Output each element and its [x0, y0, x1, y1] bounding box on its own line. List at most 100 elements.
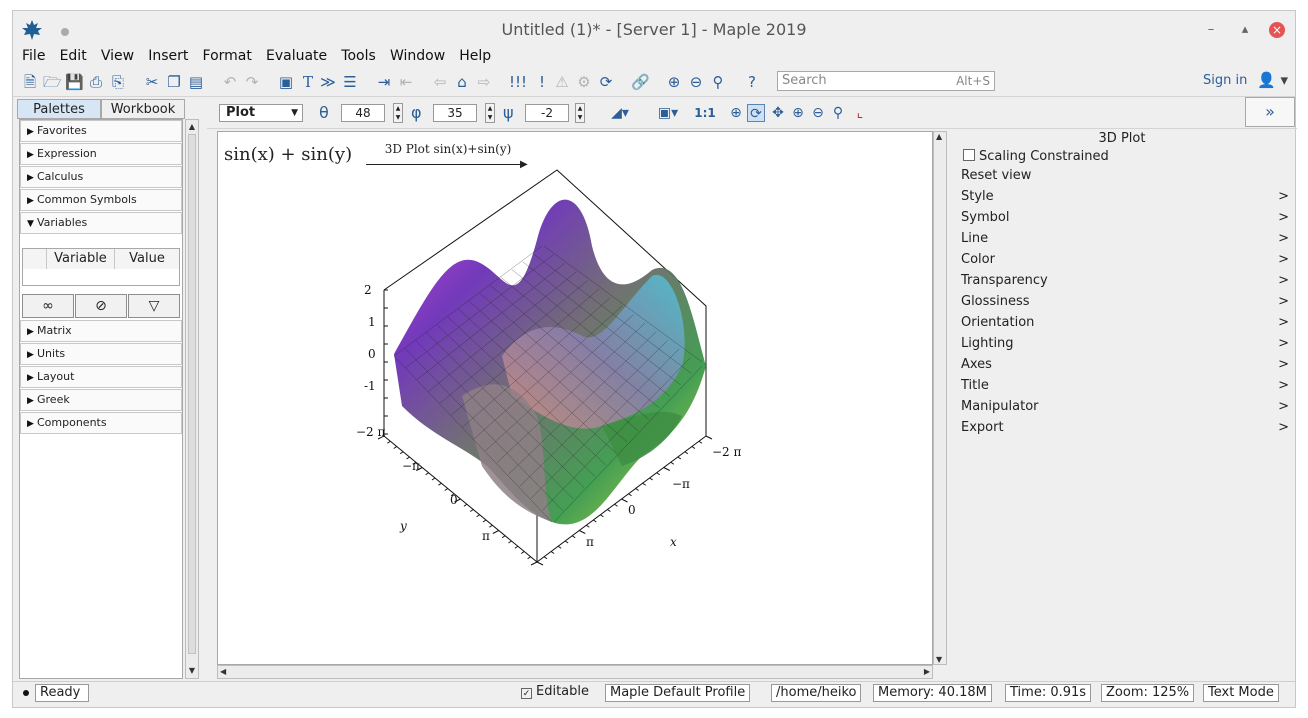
plot-3d-canvas[interactable]: 2 1 0 -1 −2 π −π 0 π y −2 π −π 0 π x [342, 166, 762, 596]
text-mode-icon[interactable]: T [299, 73, 317, 91]
maximize-icon[interactable]: ▴ [1237, 22, 1253, 38]
filter-icon[interactable]: ▽ [128, 294, 180, 318]
plot-mode-select[interactable]: Plot ▼ [219, 104, 303, 122]
zoom-reset-icon[interactable]: ⚲ [709, 73, 727, 91]
phi-spinner[interactable]: ▲ ▼ [485, 103, 495, 123]
palette-components[interactable]: ▶ Components [20, 412, 182, 434]
show-variables-icon[interactable]: ∞ [22, 294, 74, 318]
link-icon[interactable]: 🔗 [631, 73, 650, 91]
context-item-axes[interactable]: Axes > [961, 355, 1291, 375]
restart-icon[interactable]: ⟳ [597, 73, 615, 91]
editable-checkbox[interactable]: ✓ Editable [517, 684, 593, 702]
minimize-icon[interactable]: – [1203, 22, 1219, 38]
undo-icon[interactable]: ↶ [221, 73, 239, 91]
context-item-export[interactable]: Export > [961, 418, 1291, 438]
zoom-out-plot-icon[interactable]: ⊖ [809, 104, 827, 122]
math-input[interactable]: sin(x) + sin(y) 3D Plot sin(x)+sin(y) ▶ [224, 142, 528, 170]
scroll-left-icon[interactable]: ◀ [220, 667, 226, 676]
tab-palettes[interactable]: Palettes [17, 99, 101, 119]
expand-context-panel-icon[interactable]: » [1245, 97, 1295, 127]
menu-edit[interactable]: Edit [55, 45, 92, 67]
palette-matrix[interactable]: ▶ Matrix [20, 320, 182, 342]
execution-group-icon[interactable]: ≫ [319, 73, 337, 91]
psi-input[interactable]: -2 [525, 104, 569, 122]
user-icon[interactable]: 👤 ▾ [1257, 71, 1288, 89]
outdent-icon[interactable]: ⇤ [397, 73, 415, 91]
pointer-icon[interactable]: ⊕ [727, 104, 745, 122]
context-item-glossiness[interactable]: Glossiness > [961, 292, 1291, 312]
reset-view-item[interactable]: Reset view [961, 166, 1291, 186]
menu-window[interactable]: Window [385, 45, 450, 67]
zoom-out-icon[interactable]: ⊖ [687, 73, 705, 91]
help-icon[interactable]: ? [743, 73, 761, 91]
palette-greek[interactable]: ▶ Greek [20, 389, 182, 411]
tab-workbook[interactable]: Workbook [101, 99, 185, 119]
phi-input[interactable]: 35 [433, 104, 477, 122]
hide-variables-icon[interactable]: ⊘ [75, 294, 127, 318]
scroll-down-icon[interactable]: ▼ [936, 655, 942, 664]
context-item-title[interactable]: Title > [961, 376, 1291, 396]
aspect-ratio-button[interactable]: 1:1 [693, 104, 717, 122]
palette-favorites[interactable]: ▶ Favorites [20, 120, 182, 142]
palette-common-symbols[interactable]: ▶ Common Symbols [20, 189, 182, 211]
menu-file[interactable]: File [17, 45, 50, 67]
scroll-up-icon[interactable]: ▲ [936, 132, 942, 141]
forward-icon[interactable]: ⇨ [475, 73, 493, 91]
search-input[interactable]: Search Alt+S [777, 71, 995, 91]
palette-expression[interactable]: ▶ Expression [20, 143, 182, 165]
scroll-thumb[interactable] [188, 134, 196, 654]
print-icon[interactable]: ⎙ [87, 73, 105, 91]
context-item-style[interactable]: Style > [961, 187, 1291, 207]
rotate-icon[interactable]: ⟳ [747, 104, 765, 122]
document-horizontal-scrollbar[interactable]: ◀ ▶ [217, 665, 933, 679]
new-document-icon[interactable]: 🗎 [21, 73, 39, 91]
scroll-down-icon[interactable]: ▼ [186, 664, 198, 678]
print-preview-icon[interactable]: ⎘ [109, 73, 127, 91]
open-folder-icon[interactable]: 🗁 [43, 73, 62, 91]
context-item-transparency[interactable]: Transparency > [961, 271, 1291, 291]
stop-icon[interactable]: ⚠ [553, 73, 571, 91]
save-icon[interactable]: 💾 [65, 73, 84, 91]
value-column-header[interactable]: Value [115, 249, 179, 269]
psi-spinner[interactable]: ▲ ▼ [575, 103, 585, 123]
context-item-line[interactable]: Line > [961, 229, 1291, 249]
menu-tools[interactable]: Tools [336, 45, 381, 67]
menu-format[interactable]: Format [198, 45, 257, 67]
sign-in-link[interactable]: Sign in [1203, 73, 1247, 88]
paragraph-icon[interactable]: ☰ [341, 73, 359, 91]
home-icon[interactable]: ⌂ [453, 73, 471, 91]
palette-scrollbar[interactable]: ▲ ▼ [185, 119, 199, 679]
context-item-color[interactable]: Color > [961, 250, 1291, 270]
theta-spinner[interactable]: ▲ ▼ [393, 103, 403, 123]
zoom-in-plot-icon[interactable]: ⊕ [789, 104, 807, 122]
menu-view[interactable]: View [96, 45, 139, 67]
palette-variables[interactable]: ▼ Variables [20, 212, 182, 234]
pan-icon[interactable]: ✥ [769, 104, 787, 122]
context-item-orientation[interactable]: Orientation > [961, 313, 1291, 333]
copy-icon[interactable]: ❐ [165, 73, 183, 91]
axes-style-icon[interactable]: ▣▾ [653, 104, 683, 122]
checkmark-icon[interactable]: ✓ [521, 688, 532, 699]
math-mode-icon[interactable]: ▣ [277, 73, 295, 91]
palette-calculus[interactable]: ▶ Calculus [20, 166, 182, 188]
zoom-in-icon[interactable]: ⊕ [665, 73, 683, 91]
theta-input[interactable]: 48 [341, 104, 385, 122]
palette-units[interactable]: ▶ Units [20, 343, 182, 365]
zoom-fit-icon[interactable]: ⚲ [829, 104, 847, 122]
document-vertical-scrollbar[interactable]: ▲ ▼ [933, 131, 947, 665]
scroll-right-icon[interactable]: ▶ [924, 667, 930, 676]
indent-icon[interactable]: ⇥ [375, 73, 393, 91]
execute-all-icon[interactable]: !!! [509, 73, 527, 91]
back-icon[interactable]: ⇦ [431, 73, 449, 91]
context-item-lighting[interactable]: Lighting > [961, 334, 1291, 354]
surface-style-icon[interactable]: ◢▾ [605, 104, 635, 122]
debug-icon[interactable]: ⚙ [575, 73, 593, 91]
menu-evaluate[interactable]: Evaluate [261, 45, 332, 67]
redo-icon[interactable]: ↷ [243, 73, 261, 91]
scroll-up-icon[interactable]: ▲ [186, 120, 198, 134]
paste-icon[interactable]: ▤ [187, 73, 205, 91]
cut-icon[interactable]: ✂ [143, 73, 161, 91]
close-icon[interactable]: × [1269, 22, 1285, 38]
menu-help[interactable]: Help [454, 45, 496, 67]
execute-icon[interactable]: ! [533, 73, 551, 91]
